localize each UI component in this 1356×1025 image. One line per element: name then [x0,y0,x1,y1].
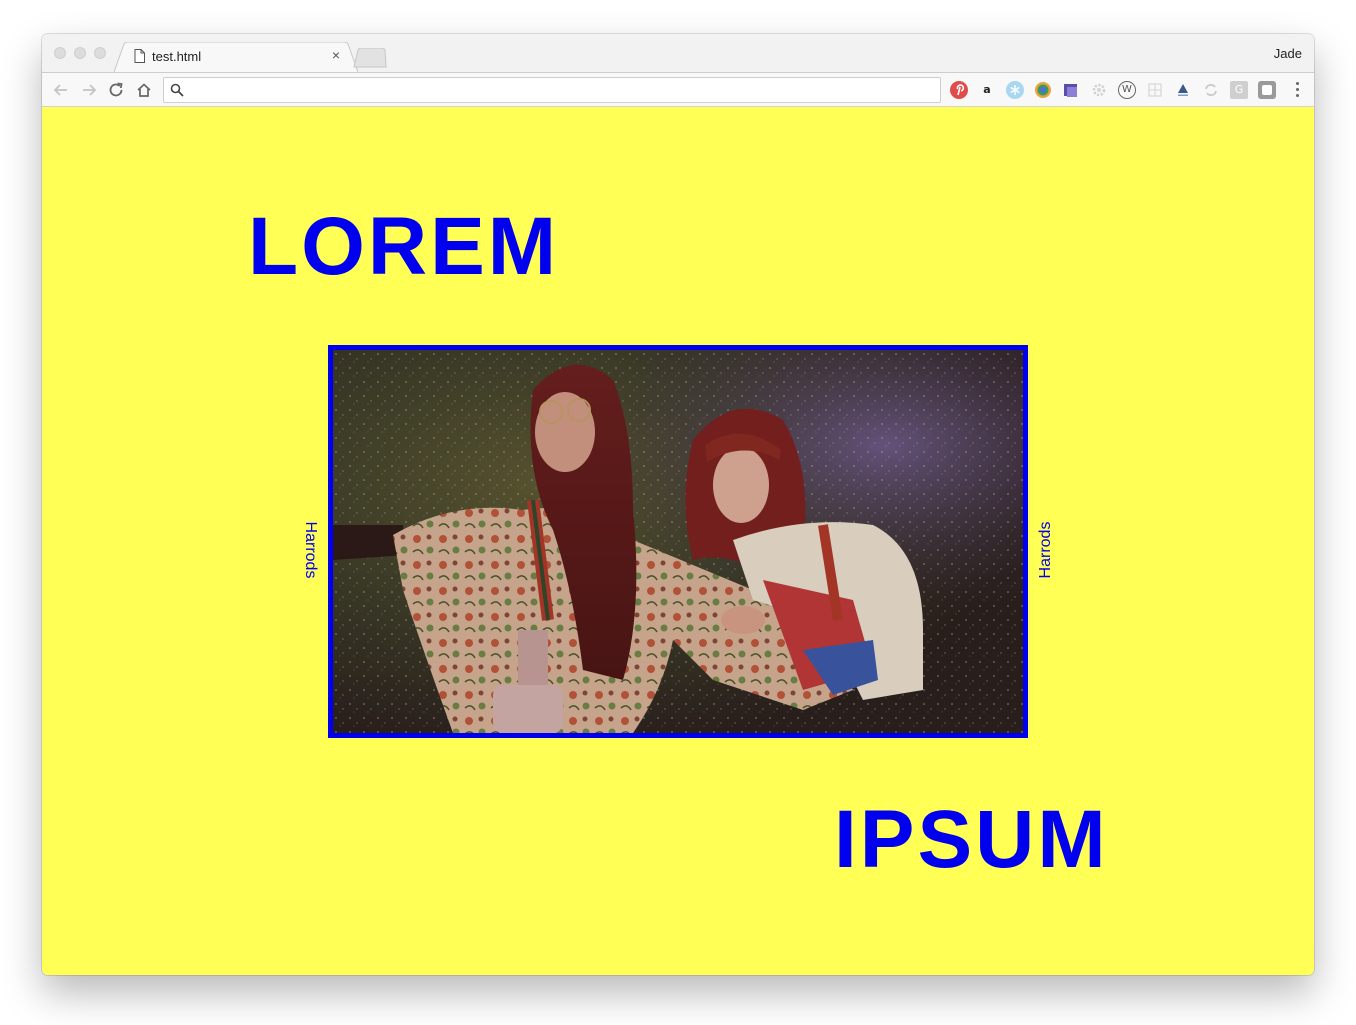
google-docs-icon[interactable]: G [1230,81,1248,99]
side-label-left: Harrods [302,521,319,579]
wordpress-icon[interactable]: W [1118,81,1136,99]
tab-title: test.html [152,49,202,64]
address-input[interactable] [190,81,930,99]
gear-icon[interactable] [1090,81,1108,99]
chrome-color-icon[interactable] [1034,81,1052,99]
address-bar[interactable] [163,77,941,103]
new-tab-button[interactable] [352,48,388,68]
browser-menu-icon[interactable] [1296,82,1300,98]
headline-ipsum: IPSUM [834,794,1109,885]
triangle-icon[interactable] [1174,81,1192,99]
side-label-right: Harrods [1037,521,1054,579]
square-icon[interactable] [1258,81,1276,99]
window-close-button[interactable] [54,47,66,59]
browser-window: test.html × Jade a W G LOREM Harrods Har… [42,34,1314,975]
tab-close-icon[interactable]: × [329,48,343,62]
reload-icon[interactable] [107,81,125,99]
photo-illustration [333,350,1023,733]
profile-name[interactable]: Jade [1274,46,1302,61]
toolbar: a W G [42,72,1314,107]
page-content: LOREM Harrods Harrods IPSUM [42,107,1314,975]
grid-icon[interactable] [1146,81,1164,99]
window-minimize-button[interactable] [74,47,86,59]
forward-icon[interactable] [80,81,98,99]
headline-lorem: LOREM [248,201,560,292]
home-icon[interactable] [135,81,153,99]
search-icon [170,83,184,97]
tab-strip: test.html × Jade [42,34,1314,72]
tab-active[interactable] [114,42,358,72]
feature-photo [328,345,1028,738]
window-maximize-button[interactable] [94,47,106,59]
document-icon [134,49,145,63]
bookmark-stack-icon[interactable] [1062,81,1080,99]
back-icon[interactable] [52,81,70,99]
pinterest-icon[interactable] [950,81,968,99]
sync-icon[interactable] [1202,81,1220,99]
amazon-icon[interactable]: a [978,81,996,99]
snowflake-icon[interactable] [1006,81,1024,99]
